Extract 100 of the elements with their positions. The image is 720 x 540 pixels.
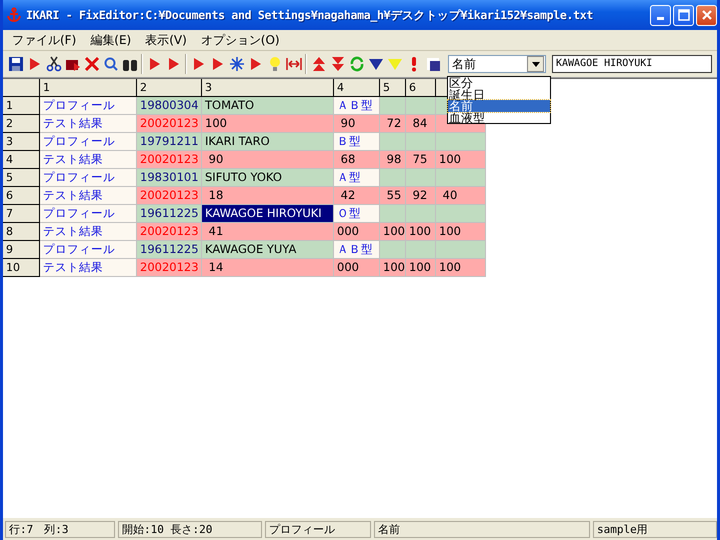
- table-cell[interactable]: 19830101: [137, 169, 202, 187]
- table-cell[interactable]: 000: [334, 259, 380, 277]
- table-cell[interactable]: 90: [334, 115, 380, 133]
- up-icon[interactable]: [310, 56, 326, 72]
- table-cell[interactable]: 100: [406, 259, 436, 277]
- row-header[interactable]: 10: [3, 259, 40, 277]
- table-cell[interactable]: 98: [380, 151, 406, 169]
- table-cell[interactable]: テスト結果: [40, 187, 137, 205]
- table-cell[interactable]: [436, 241, 486, 259]
- table-cell[interactable]: テスト結果: [40, 223, 137, 241]
- row-header[interactable]: 9: [3, 241, 40, 259]
- table-cell[interactable]: KAWAGOE YUYA: [202, 241, 334, 259]
- row-header[interactable]: 8: [3, 223, 40, 241]
- menu-item[interactable]: 表示(V): [138, 32, 194, 48]
- table-cell[interactable]: Ａ型: [334, 169, 380, 187]
- table-cell[interactable]: テスト結果: [40, 259, 137, 277]
- table-cell[interactable]: [406, 133, 436, 151]
- column-header[interactable]: 5: [380, 79, 406, 97]
- row-header[interactable]: 4: [3, 151, 40, 169]
- down-icon[interactable]: [330, 56, 346, 72]
- table-cell[interactable]: プロフィール: [40, 241, 137, 259]
- column-header[interactable]: 6: [406, 79, 436, 97]
- value-field[interactable]: KAWAGOE HIROYUKI: [552, 55, 712, 73]
- menu-item[interactable]: 編集(E): [83, 32, 138, 48]
- table-cell[interactable]: テスト結果: [40, 151, 137, 169]
- field-select[interactable]: 名前: [448, 55, 546, 73]
- table-cell[interactable]: 100: [406, 223, 436, 241]
- row-header[interactable]: 5: [3, 169, 40, 187]
- table-cell[interactable]: [406, 169, 436, 187]
- table-cell[interactable]: SIFUTO YOKO: [202, 169, 334, 187]
- scissors-icon[interactable]: [46, 56, 62, 72]
- table-cell[interactable]: 84: [406, 115, 436, 133]
- table-cell[interactable]: 100: [436, 223, 486, 241]
- table-cell[interactable]: ＡＢ型: [334, 97, 380, 115]
- column-header[interactable]: 3: [202, 79, 334, 97]
- table-cell[interactable]: 000: [334, 223, 380, 241]
- table-cell[interactable]: 68: [334, 151, 380, 169]
- search-icon[interactable]: [102, 56, 118, 72]
- table-cell[interactable]: 40: [436, 187, 486, 205]
- table-cell[interactable]: 100: [380, 223, 406, 241]
- table-cell[interactable]: プロフィール: [40, 97, 137, 115]
- table-cell[interactable]: プロフィール: [40, 133, 137, 151]
- table-cell[interactable]: 55: [380, 187, 406, 205]
- table-cell[interactable]: プロフィール: [40, 205, 137, 223]
- table-cell[interactable]: 19791211: [137, 133, 202, 151]
- table-cell[interactable]: 100: [380, 259, 406, 277]
- table-cell[interactable]: [406, 241, 436, 259]
- table-cell[interactable]: 75: [406, 151, 436, 169]
- table-cell[interactable]: Ｏ型: [334, 205, 380, 223]
- table-cell[interactable]: [436, 169, 486, 187]
- table-cell[interactable]: 100: [436, 151, 486, 169]
- minimize-button[interactable]: [650, 4, 671, 26]
- table-cell[interactable]: 100: [436, 259, 486, 277]
- table-cell[interactable]: [380, 133, 406, 151]
- table-cell[interactable]: テスト結果: [40, 115, 137, 133]
- row-header[interactable]: 3: [3, 133, 40, 151]
- table-cell[interactable]: [406, 205, 436, 223]
- close-button[interactable]: [696, 4, 717, 26]
- table-cell[interactable]: 100: [202, 115, 334, 133]
- save-icon[interactable]: [8, 56, 24, 72]
- column-header[interactable]: 4: [334, 79, 380, 97]
- table-cell[interactable]: TOMATO: [202, 97, 334, 115]
- table-cell[interactable]: 90: [202, 151, 334, 169]
- table-cell[interactable]: 14: [202, 259, 334, 277]
- table-cell[interactable]: [406, 97, 436, 115]
- square-icon[interactable]: [424, 56, 440, 72]
- column-header[interactable]: 1: [40, 79, 137, 97]
- table-cell[interactable]: 41: [202, 223, 334, 241]
- cross-icon[interactable]: [84, 56, 100, 72]
- span-icon[interactable]: [286, 56, 302, 72]
- table-cell[interactable]: 19800304: [137, 97, 202, 115]
- table-cell[interactable]: 92: [406, 187, 436, 205]
- table-cell[interactable]: 19611225: [137, 205, 202, 223]
- menu-item[interactable]: オプション(O): [194, 32, 287, 48]
- table-cell[interactable]: 19611225: [137, 241, 202, 259]
- table-cell[interactable]: [436, 133, 486, 151]
- table-cell[interactable]: [380, 241, 406, 259]
- table-cell[interactable]: Ｂ型: [334, 133, 380, 151]
- table-cell[interactable]: [380, 205, 406, 223]
- row-header[interactable]: 1: [3, 97, 40, 115]
- row-header[interactable]: 7: [3, 205, 40, 223]
- table-cell[interactable]: IKARI TARO: [202, 133, 334, 151]
- dropdown-option[interactable]: 区分: [448, 77, 550, 88]
- maximize-button[interactable]: [673, 4, 694, 26]
- table-cell[interactable]: ＡＢ型: [334, 241, 380, 259]
- table-cell[interactable]: [380, 169, 406, 187]
- row-header[interactable]: 6: [3, 187, 40, 205]
- table-cell[interactable]: 42: [334, 187, 380, 205]
- table-cell[interactable]: KAWAGOE HIROYUKI: [202, 205, 334, 223]
- column-header[interactable]: 2: [137, 79, 202, 97]
- tri-icon[interactable]: [368, 56, 384, 72]
- star-icon[interactable]: [228, 56, 244, 72]
- table-cell[interactable]: [380, 97, 406, 115]
- menu-item[interactable]: ファイル(F): [5, 32, 84, 48]
- dropdown-option[interactable]: 名前: [448, 100, 550, 112]
- table-cell[interactable]: プロフィール: [40, 169, 137, 187]
- table-cell[interactable]: [436, 205, 486, 223]
- table-cell[interactable]: 72: [380, 115, 406, 133]
- row-header[interactable]: 2: [3, 115, 40, 133]
- table-cell[interactable]: 18: [202, 187, 334, 205]
